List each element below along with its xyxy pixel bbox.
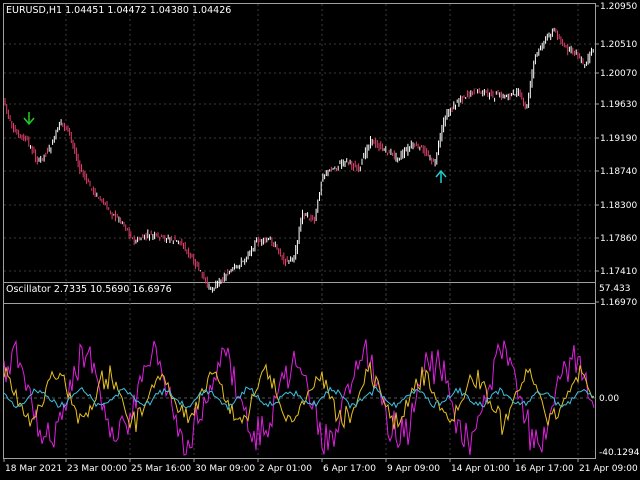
oscillator-magenta-line (3, 339, 595, 456)
price-label: 1.19630 (600, 100, 637, 110)
buy-arrow-icon (435, 169, 447, 183)
time-label: 23 Mar 00:00 (67, 464, 127, 474)
oscillator-axis: 57.433 0.00 -40.1294 (599, 284, 640, 458)
price-label: 1.20510 (600, 40, 637, 50)
price-label: 1.18740 (600, 167, 637, 177)
oscillator-level-label: 0.00 (599, 394, 619, 404)
price-label: 1.20070 (600, 69, 637, 79)
oscillator-title: Oscillator 2.7335 10.5690 16.6976 (6, 284, 172, 295)
price-label: 1.20950 (600, 2, 637, 12)
time-label: 6 Apr 17:00 (323, 464, 376, 474)
time-label: 21 Apr 09:00 (579, 464, 638, 474)
time-axis: 18 Mar 2021 23 Mar 00:00 25 Mar 16:00 30 Ma… (3, 458, 638, 474)
oscillator-level-label: -40.1294 (599, 448, 640, 458)
sell-arrow-icon (23, 112, 35, 126)
price-label: 1.18300 (600, 201, 637, 211)
price-label: 1.19190 (600, 134, 637, 144)
oscillator-level-label: 57.433 (599, 284, 631, 294)
time-label: 30 Mar 09:00 (195, 464, 255, 474)
time-label: 25 Mar 16:00 (131, 464, 191, 474)
time-label: 16 Apr 17:00 (515, 464, 574, 474)
price-label: 1.16970 (600, 298, 637, 308)
chart-title: EURUSD,H1 1.04451 1.04472 1.04380 1.0442… (6, 5, 231, 16)
price-axis: 1.20950 1.20510 1.20070 1.19630 1.19190 1.187… (595, 2, 637, 308)
time-label: 18 Mar 2021 (5, 464, 62, 474)
time-label: 9 Apr 09:00 (387, 464, 440, 474)
main-grid (4, 4, 595, 303)
time-label: 2 Apr 01:00 (259, 464, 312, 474)
main-pane-frame (3, 3, 596, 304)
trading-chart[interactable]: EURUSD,H1 1.04451 1.04472 1.04380 1.0442… (0, 0, 640, 480)
time-label: 14 Apr 01:00 (451, 464, 510, 474)
price-label: 1.17410 (600, 267, 637, 277)
candlestick-series (4, 27, 594, 293)
oscillator-lines (3, 339, 595, 456)
price-label: 1.17860 (600, 234, 637, 244)
